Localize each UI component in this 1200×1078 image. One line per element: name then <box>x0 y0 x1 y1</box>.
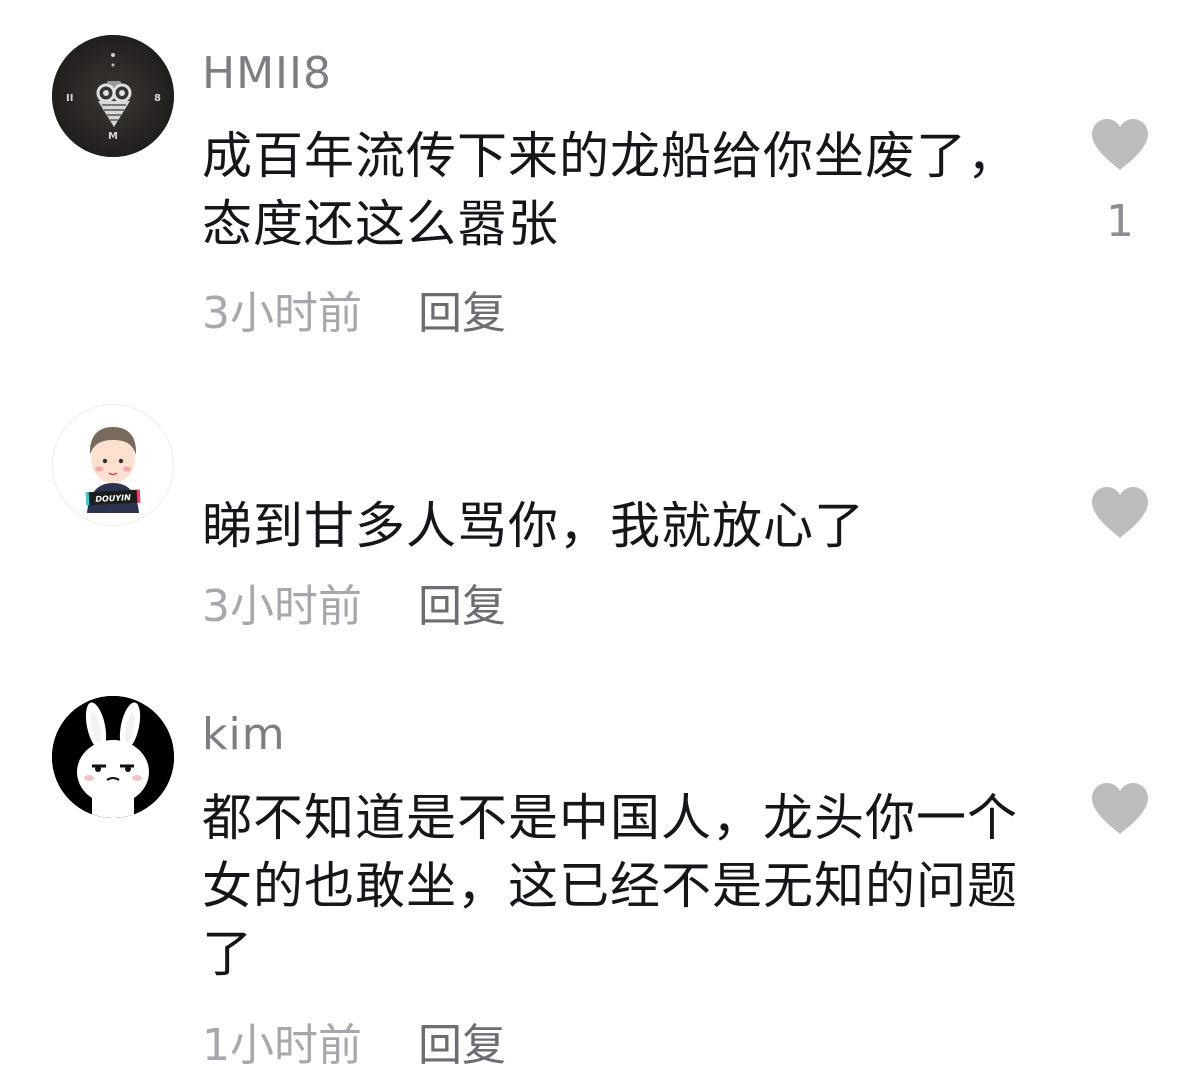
comment-time: 3小时前 <box>202 288 362 339</box>
comment-meta: 3小时前 回复 <box>202 581 506 633</box>
douyin-cartoon-boy-avatar-icon: DOUYIN <box>53 405 173 525</box>
comment-time: 3小时前 <box>202 581 362 632</box>
comment-text: 睇到甘多人骂你，我就放心了 <box>202 497 865 555</box>
username[interactable]: kim <box>202 709 286 761</box>
reply-button[interactable]: 回复 <box>418 581 506 632</box>
avatar-face-char: II <box>66 93 73 104</box>
like-button[interactable] <box>1088 486 1152 540</box>
avatar[interactable]: DOUYIN <box>52 404 174 526</box>
comment-meta: 1小时前 回复 <box>202 1020 506 1072</box>
heart-icon <box>1092 783 1148 834</box>
avatar-face-char: M <box>108 131 118 142</box>
avatar[interactable] <box>52 696 174 818</box>
owl-watch-avatar-icon: II 8 M <box>52 35 174 157</box>
avatar[interactable]: II 8 M <box>52 35 174 157</box>
like-button[interactable]: 1 <box>1088 118 1152 246</box>
white-rabbit-avatar-icon <box>52 696 174 818</box>
comment-time: 1小时前 <box>202 1020 362 1071</box>
heart-icon <box>1092 487 1148 538</box>
like-button[interactable] <box>1088 782 1152 836</box>
reply-button[interactable]: 回复 <box>418 1020 506 1071</box>
like-count: 1 <box>1106 196 1134 247</box>
comment-text: 都不知道是不是中国人，龙头你一个女的也敢坐，这已经不是无知的问题了 <box>202 789 1018 983</box>
reply-button[interactable]: 回复 <box>418 288 506 339</box>
username[interactable]: HMII8 <box>202 48 332 100</box>
comment-item: kim 都不知道是不是中国人，龙头你一个女的也敢坐，这已经不是无知的问题了 1小… <box>0 680 1200 1078</box>
comment-item: II 8 M HMII8 成百年流传下来的龙船给你坐废了，态度还这么嚣张 3小时… <box>0 0 1200 360</box>
avatar-badge-text: DOUYIN <box>95 493 131 504</box>
heart-icon <box>1092 119 1148 170</box>
comment-meta: 3小时前 回复 <box>202 288 506 340</box>
avatar-face-char: 8 <box>154 93 161 104</box>
comment-text: 成百年流传下来的龙船给你坐废了，态度还这么嚣张 <box>202 127 1018 253</box>
comment-item: DOUYIN 睇到甘多人骂你，我就放心了 3小时前 回复 <box>0 380 1200 670</box>
